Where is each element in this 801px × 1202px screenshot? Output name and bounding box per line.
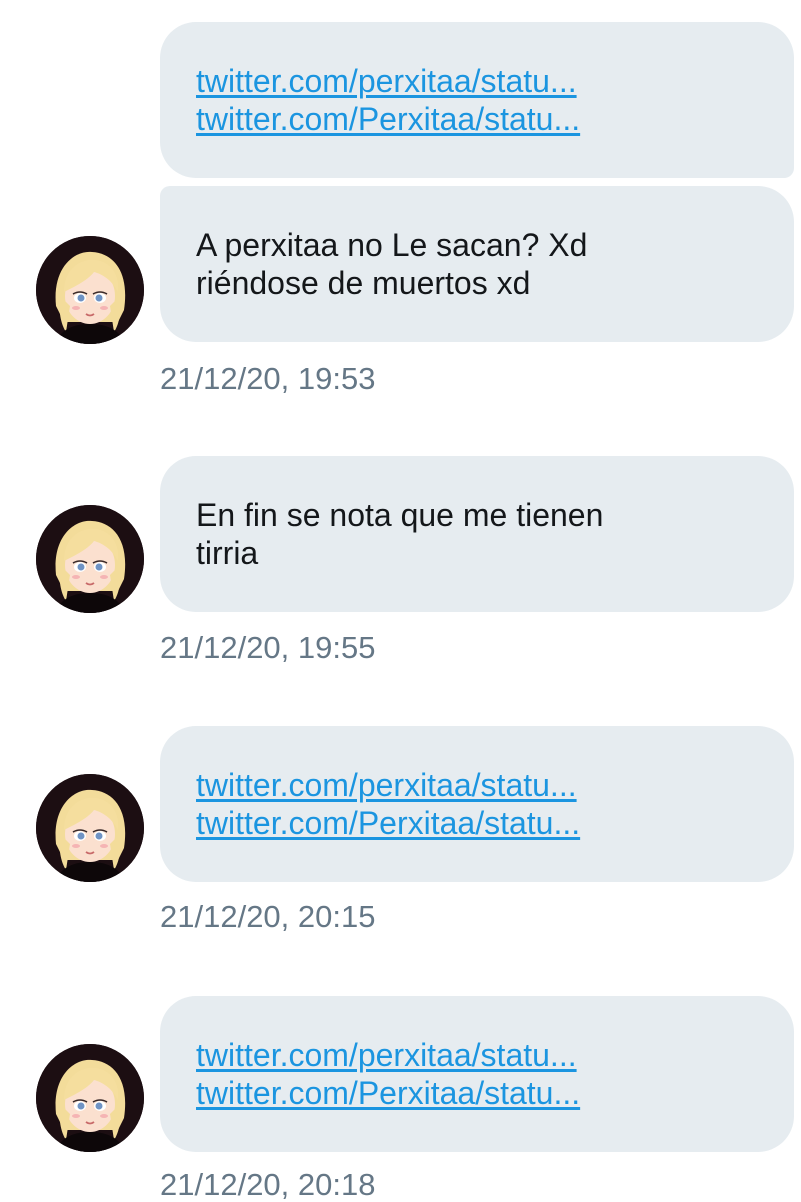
avatar-icon[interactable] (36, 774, 144, 882)
message-timestamp: 21/12/20, 20:18 (160, 1167, 376, 1202)
tweet-link[interactable]: twitter.com/perxitaa/statu... (196, 62, 758, 100)
message-timestamp: 21/12/20, 19:55 (160, 630, 376, 665)
message-text: riéndose de muertos xd (196, 265, 531, 301)
message-bubble: A perxitaa no Le sacan? Xd riéndose de m… (160, 186, 794, 342)
tweet-link[interactable]: twitter.com/Perxitaa/statu... (196, 100, 758, 138)
avatar-icon[interactable] (36, 236, 144, 344)
tweet-link[interactable]: twitter.com/Perxitaa/statu... (196, 1074, 758, 1112)
avatar-icon[interactable] (36, 505, 144, 613)
message-text: tirria (196, 535, 259, 571)
message-bubble: En fin se nota que me tienen tirria (160, 456, 794, 612)
message-bubble: twitter.com/perxitaa/statu... twitter.co… (160, 22, 794, 178)
avatar-icon[interactable] (36, 1044, 144, 1152)
message-timestamp: 21/12/20, 20:15 (160, 899, 376, 934)
message-bubble: twitter.com/perxitaa/statu... twitter.co… (160, 726, 794, 882)
tweet-link[interactable]: twitter.com/Perxitaa/statu... (196, 804, 758, 842)
tweet-link[interactable]: twitter.com/perxitaa/statu... (196, 766, 758, 804)
message-text: A perxitaa no Le sacan? Xd (196, 227, 588, 263)
message-text: En fin se nota que me tienen (196, 497, 604, 533)
message-bubble: twitter.com/perxitaa/statu... twitter.co… (160, 996, 794, 1152)
tweet-link[interactable]: twitter.com/perxitaa/statu... (196, 1036, 758, 1074)
message-timestamp: 21/12/20, 19:53 (160, 361, 376, 396)
